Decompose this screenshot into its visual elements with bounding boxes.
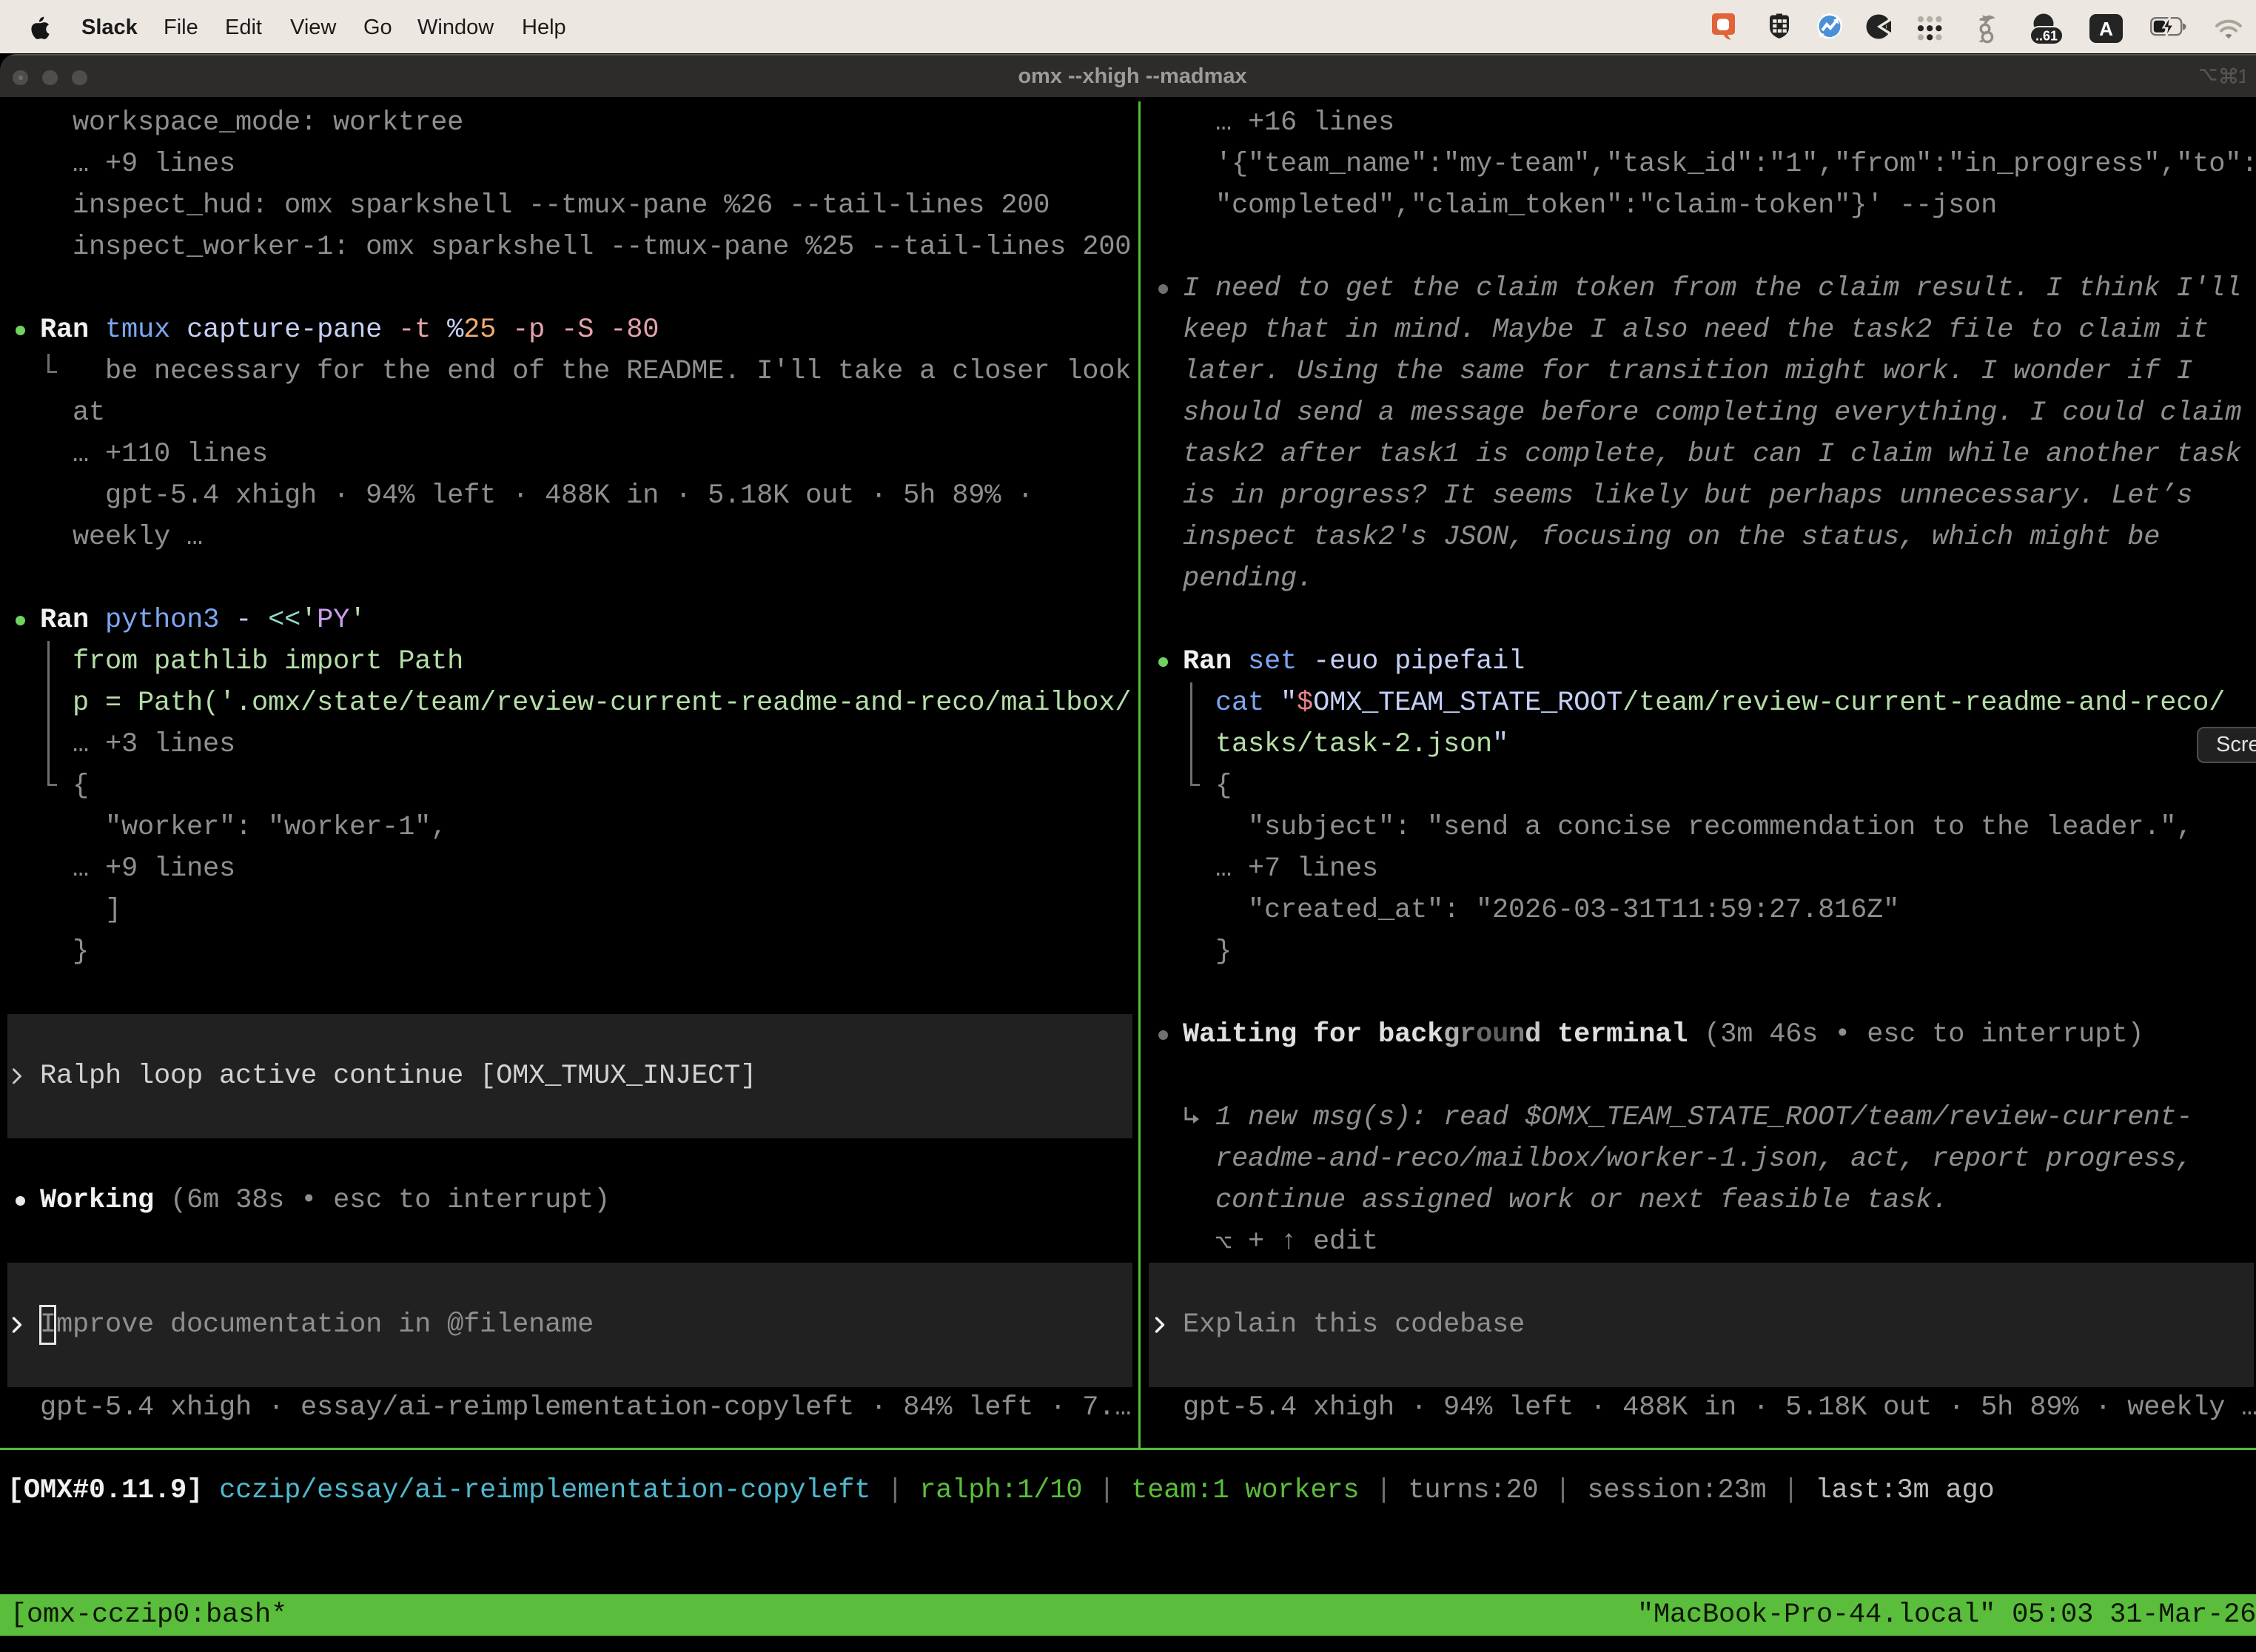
svg-text:1: 1 xyxy=(2238,65,2246,85)
svg-text:..61: ..61 xyxy=(2035,29,2058,44)
svg-text:A: A xyxy=(2099,18,2113,40)
